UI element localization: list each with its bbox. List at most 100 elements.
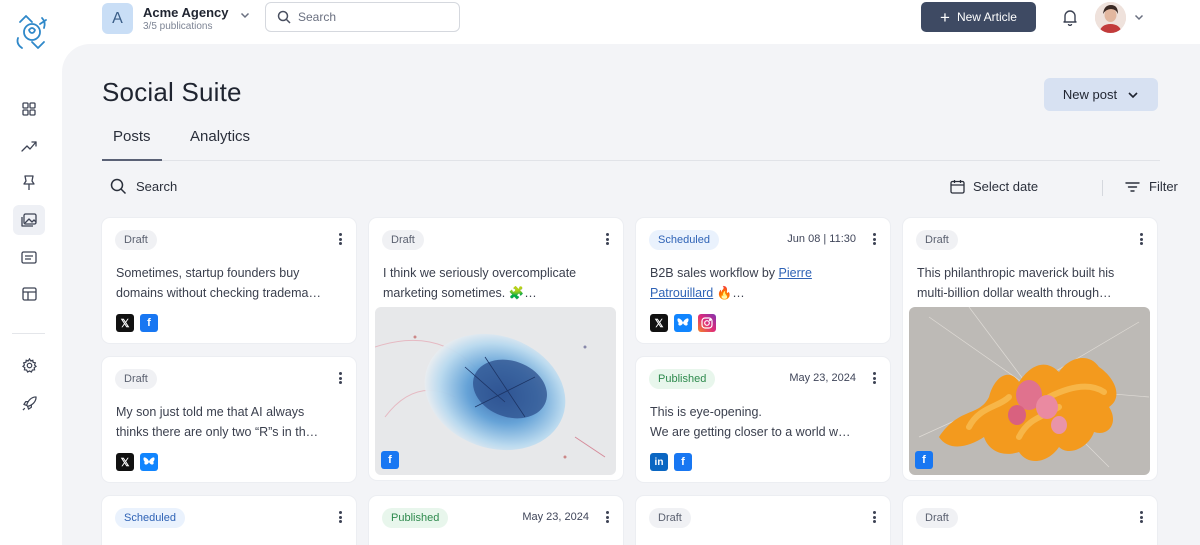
search-icon <box>277 10 291 24</box>
post-card[interactable]: Published May 23, 2024 <box>369 496 623 545</box>
status-badge: Draft <box>916 508 958 528</box>
sidebar-nav <box>0 60 58 545</box>
mention-link[interactable]: Patrouillard <box>650 286 713 300</box>
organization-name: Acme Agency <box>143 4 229 20</box>
rocket-icon <box>22 395 37 410</box>
post-card[interactable]: Scheduled Jun 08 | 11:30 B2B sales workf… <box>636 218 890 343</box>
post-date: May 23, 2024 <box>789 372 856 384</box>
trending-icon <box>21 141 37 152</box>
x-icon: 𝕏 <box>116 453 134 471</box>
calendar-icon <box>950 180 965 194</box>
status-badge: Published <box>382 508 449 528</box>
chevron-down-icon <box>1128 91 1138 98</box>
post-card[interactable]: Published May 23, 2024 This is eye-openi… <box>636 357 890 482</box>
social-channels: 𝕏 f <box>116 314 164 332</box>
status-badge: Published <box>649 369 716 389</box>
facebook-icon: f <box>381 451 399 469</box>
x-icon: 𝕏 <box>116 314 134 332</box>
sidebar-item-layouts[interactable] <box>16 281 42 307</box>
select-date-label: Select date <box>973 179 1039 194</box>
sidebar-item-social-suite[interactable] <box>13 205 45 235</box>
mention-link[interactable]: Pierre <box>779 266 812 280</box>
page-title: Social Suite <box>102 77 242 107</box>
publications-count: 3/5 publications <box>143 20 213 32</box>
pin-icon <box>23 175 35 190</box>
newspaper-icon <box>21 250 37 264</box>
status-badge: Draft <box>382 230 424 250</box>
posts-search[interactable]: Search <box>110 178 177 195</box>
more-options-icon[interactable] <box>337 509 343 525</box>
instagram-icon <box>698 314 716 332</box>
search-input[interactable] <box>298 10 448 24</box>
bell-icon[interactable] <box>1061 8 1079 26</box>
status-badge: Draft <box>916 230 958 250</box>
tab-analytics[interactable]: Analytics <box>179 128 261 161</box>
more-options-icon[interactable] <box>1138 231 1144 247</box>
post-card[interactable]: Draft <box>636 496 890 545</box>
post-date: Jun 08 | 11:30 <box>787 233 856 245</box>
organization-switcher[interactable]: A Acme Agency 3/5 publications <box>102 3 251 34</box>
status-badge: Draft <box>649 508 691 528</box>
more-options-icon[interactable] <box>871 370 877 386</box>
tab-bar: Posts Analytics <box>102 128 1160 161</box>
user-avatar[interactable] <box>1095 2 1126 33</box>
facebook-icon: f <box>915 451 933 469</box>
chevron-down-icon[interactable] <box>1133 11 1145 23</box>
sidebar-divider <box>12 333 45 334</box>
more-options-icon[interactable] <box>604 509 610 525</box>
filter-button[interactable]: Filter <box>1125 179 1178 194</box>
organization-avatar: A <box>102 3 133 34</box>
post-card[interactable]: Draft My son just told me that AI always… <box>102 357 356 482</box>
social-channels: 𝕏 <box>650 314 722 332</box>
post-preview: This philanthropic maverick built his mu… <box>917 266 1115 300</box>
image-gallery-icon <box>21 213 37 227</box>
filter-bar: Search Select date Filter <box>102 176 1178 200</box>
status-badge: Draft <box>115 230 157 250</box>
top-bar: A Acme Agency 3/5 publications + New Art… <box>0 0 1200 49</box>
tab-posts[interactable]: Posts <box>102 128 162 161</box>
more-options-icon[interactable] <box>337 231 343 247</box>
post-card[interactable]: Draft I think we seriously overcomplicat… <box>369 218 623 480</box>
social-channels: 𝕏 <box>116 453 164 471</box>
filter-icon <box>1125 181 1140 192</box>
brand-logo-icon[interactable] <box>12 12 52 52</box>
layout-icon <box>21 287 37 301</box>
sidebar-item-articles[interactable] <box>16 244 42 270</box>
more-options-icon[interactable] <box>1138 509 1144 525</box>
post-card[interactable]: Draft Sometimes, startup founders buy do… <box>102 218 356 343</box>
post-image: f <box>375 307 616 475</box>
post-card[interactable]: Scheduled <box>102 496 356 545</box>
filter-label: Filter <box>1149 179 1178 194</box>
facebook-icon: f <box>674 453 692 471</box>
new-post-button[interactable]: New post <box>1044 78 1158 111</box>
global-search[interactable] <box>265 2 460 32</box>
grid-icon <box>22 102 36 116</box>
post-preview: B2B sales workflow by Pierre Patrouillar… <box>650 266 812 300</box>
sidebar-item-analytics[interactable] <box>16 133 42 159</box>
main-panel: Social Suite New post Posts Analytics Se… <box>62 44 1200 545</box>
new-article-label: New Article <box>956 10 1017 24</box>
chevron-down-icon <box>240 12 249 18</box>
select-date-button[interactable]: Select date <box>950 179 1038 194</box>
linkedin-icon: in <box>650 453 668 471</box>
plus-icon: + <box>940 7 950 27</box>
new-article-button[interactable]: + New Article <box>921 2 1036 32</box>
post-card[interactable]: Draft This philanthropic maverick built … <box>903 218 1157 480</box>
posts-search-label: Search <box>136 179 178 194</box>
post-date: May 23, 2024 <box>522 511 589 523</box>
new-post-label: New post <box>1062 87 1118 102</box>
more-options-icon[interactable] <box>604 231 610 247</box>
bluesky-icon <box>674 314 692 332</box>
more-options-icon[interactable] <box>871 231 877 247</box>
sidebar-item-launch[interactable] <box>16 390 42 416</box>
sidebar-item-pins[interactable] <box>16 170 42 196</box>
post-preview: I think we seriously overcomplicate mark… <box>383 266 577 300</box>
x-icon: 𝕏 <box>650 314 668 332</box>
more-options-icon[interactable] <box>337 370 343 386</box>
post-preview: Sometimes, startup founders buy domains … <box>116 266 321 300</box>
more-options-icon[interactable] <box>871 509 877 525</box>
sidebar-item-dashboard[interactable] <box>16 96 42 122</box>
post-card[interactable]: Draft <box>903 496 1157 545</box>
sidebar-item-settings[interactable] <box>16 352 42 378</box>
search-icon <box>110 178 127 195</box>
